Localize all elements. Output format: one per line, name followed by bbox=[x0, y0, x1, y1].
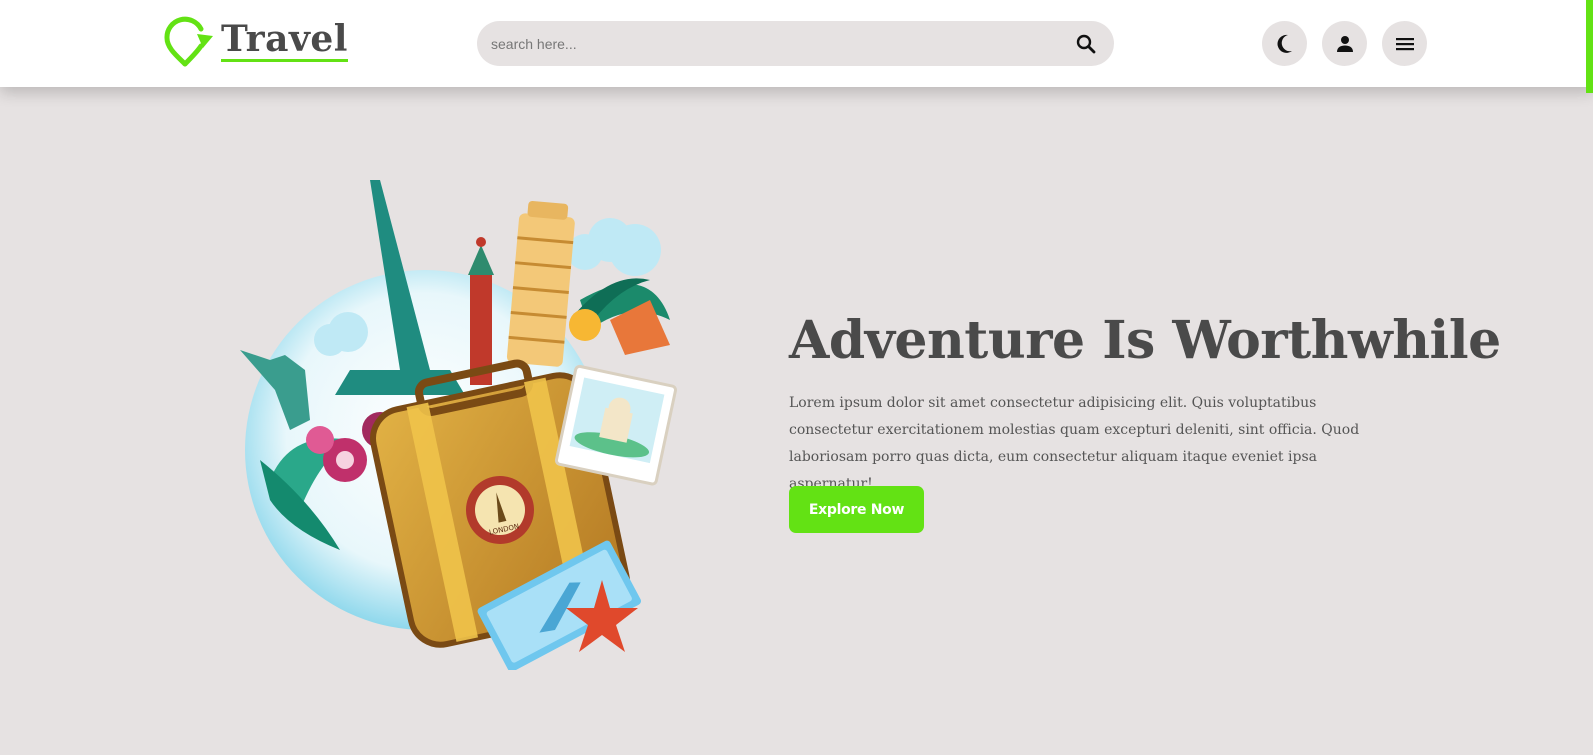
hero-description: Lorem ipsum dolor sit amet consectetur a… bbox=[789, 395, 1360, 492]
site-header: Travel bbox=[0, 0, 1593, 87]
search-icon bbox=[1076, 34, 1096, 53]
menu-icon bbox=[1395, 37, 1414, 50]
logo-text: Travel bbox=[221, 17, 348, 62]
user-icon bbox=[1336, 35, 1353, 52]
scroll-indicator bbox=[1586, 0, 1593, 93]
search-button[interactable] bbox=[1058, 21, 1114, 66]
travel-illustration: LONDON bbox=[240, 180, 678, 670]
logo[interactable]: Travel bbox=[163, 16, 348, 70]
user-button[interactable] bbox=[1322, 21, 1367, 66]
theme-toggle-button[interactable] bbox=[1262, 21, 1307, 66]
explore-now-button[interactable]: Explore Now bbox=[789, 486, 924, 533]
location-pin-icon bbox=[164, 16, 213, 67]
moon-icon bbox=[1277, 34, 1292, 53]
menu-button[interactable] bbox=[1382, 21, 1427, 66]
search-input[interactable] bbox=[477, 21, 1058, 66]
hero-title: Adventure Is Worthwhile bbox=[789, 310, 1501, 371]
search-bar bbox=[477, 21, 1114, 66]
